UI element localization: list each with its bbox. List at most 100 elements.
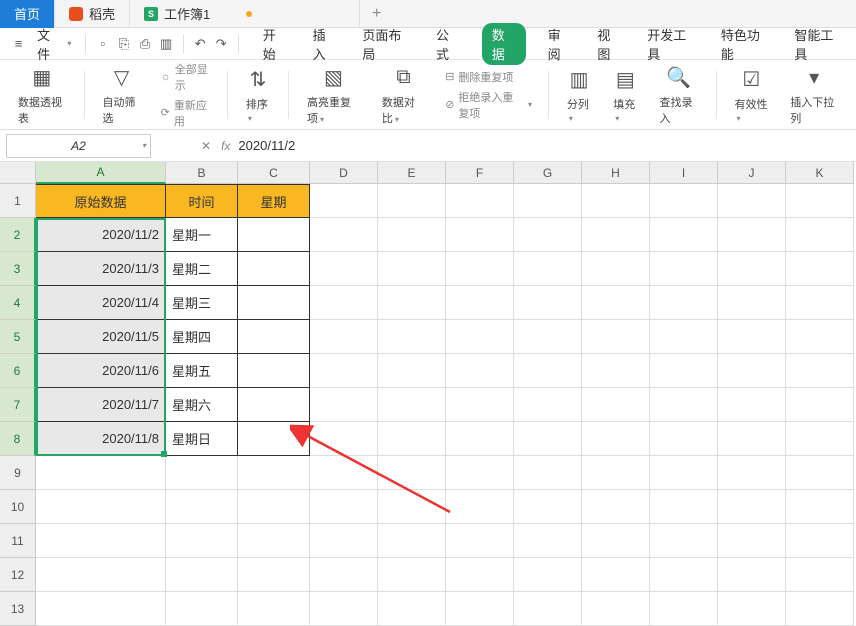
cell-empty[interactable] [582, 286, 650, 320]
hamburger-icon[interactable]: ≡ [10, 35, 27, 53]
cell-empty[interactable] [582, 252, 650, 286]
file-menu[interactable]: 文件▾ [31, 32, 77, 56]
cell-data-A[interactable]: 2020/11/3 [36, 252, 166, 286]
cell-data-C[interactable] [238, 320, 310, 354]
cell-empty[interactable] [378, 218, 446, 252]
cell-empty[interactable] [378, 252, 446, 286]
cell-empty[interactable] [786, 524, 854, 558]
cell-empty[interactable] [514, 456, 582, 490]
cell-empty[interactable] [786, 592, 854, 626]
ribbon-tab-insert[interactable]: 插入 [309, 23, 341, 65]
cell-empty[interactable] [718, 354, 786, 388]
cell-empty[interactable] [718, 422, 786, 456]
cell-empty[interactable] [650, 252, 718, 286]
cell-empty[interactable] [514, 218, 582, 252]
cell-empty[interactable] [718, 286, 786, 320]
cell-empty[interactable] [718, 252, 786, 286]
cell-data-C[interactable] [238, 388, 310, 422]
cell-empty[interactable] [310, 422, 378, 456]
cell-empty[interactable] [786, 252, 854, 286]
cell-data-B[interactable]: 星期四 [166, 320, 238, 354]
row-header[interactable]: 11 [0, 524, 36, 558]
cell-data-B[interactable]: 星期二 [166, 252, 238, 286]
cell-empty[interactable] [650, 388, 718, 422]
cell-empty[interactable] [718, 388, 786, 422]
cell-empty[interactable] [310, 320, 378, 354]
cell-data-A[interactable]: 2020/11/4 [36, 286, 166, 320]
cell-empty[interactable] [238, 558, 310, 592]
ribbon-tab-devtools[interactable]: 开发工具 [643, 23, 699, 65]
cell-empty[interactable] [650, 558, 718, 592]
row-header[interactable]: 2 [0, 218, 36, 252]
cell-empty[interactable] [582, 422, 650, 456]
cell-empty[interactable] [166, 558, 238, 592]
cell-header-C[interactable]: 星期 [238, 184, 310, 218]
column-header-I[interactable]: I [650, 162, 718, 184]
cell-empty[interactable] [310, 456, 378, 490]
text-to-columns-button[interactable]: ▥ 分列▾ [559, 66, 599, 124]
cell-empty[interactable] [446, 320, 514, 354]
cell-empty[interactable] [650, 524, 718, 558]
undo-icon[interactable]: ↶ [192, 35, 209, 53]
cell-empty[interactable] [718, 320, 786, 354]
row-header[interactable]: 4 [0, 286, 36, 320]
cell-empty[interactable] [378, 388, 446, 422]
cell-empty[interactable] [378, 184, 446, 218]
cell-empty[interactable] [310, 490, 378, 524]
save-as-icon[interactable]: ⎘ [115, 35, 132, 53]
cell-empty[interactable] [310, 558, 378, 592]
cell-empty[interactable] [514, 558, 582, 592]
cell-empty[interactable] [446, 286, 514, 320]
tab-daoke[interactable]: 稻壳 [55, 0, 130, 28]
cell-data-C[interactable] [238, 286, 310, 320]
cancel-formula-icon[interactable]: ✕ [201, 139, 211, 153]
cell-empty[interactable] [310, 592, 378, 626]
cell-empty[interactable] [582, 354, 650, 388]
cell-empty[interactable] [36, 558, 166, 592]
cell-empty[interactable] [582, 456, 650, 490]
reapply-button[interactable]: ⟳重新应用 [161, 97, 211, 129]
cell-header-A[interactable]: 原始数据 [36, 184, 166, 218]
row-header[interactable]: 7 [0, 388, 36, 422]
column-header-J[interactable]: J [718, 162, 786, 184]
row-header[interactable]: 10 [0, 490, 36, 524]
cell-empty[interactable] [650, 320, 718, 354]
redo-icon[interactable]: ↷ [213, 35, 230, 53]
cell-empty[interactable] [238, 592, 310, 626]
ribbon-tab-formula[interactable]: 公式 [432, 23, 464, 65]
tab-home[interactable]: 首页 [0, 0, 55, 28]
cell-empty[interactable] [446, 490, 514, 524]
cell-empty[interactable] [582, 592, 650, 626]
cell-empty[interactable] [310, 354, 378, 388]
cell-data-C[interactable] [238, 422, 310, 456]
cell-empty[interactable] [446, 388, 514, 422]
cell-empty[interactable] [446, 422, 514, 456]
cell-empty[interactable] [378, 558, 446, 592]
row-header[interactable]: 5 [0, 320, 36, 354]
row-header[interactable]: 12 [0, 558, 36, 592]
select-all-triangle[interactable] [0, 162, 36, 184]
cell-empty[interactable] [514, 354, 582, 388]
cell-empty[interactable] [446, 184, 514, 218]
column-header-C[interactable]: C [238, 162, 310, 184]
cell-empty[interactable] [446, 558, 514, 592]
fill-button[interactable]: ▤ 填充▾ [605, 66, 645, 124]
cell-empty[interactable] [582, 524, 650, 558]
cell-empty[interactable] [378, 422, 446, 456]
cell-empty[interactable] [650, 490, 718, 524]
cell-empty[interactable] [786, 320, 854, 354]
cell-empty[interactable] [786, 558, 854, 592]
print-icon[interactable]: ⎙ [136, 35, 153, 53]
cell-empty[interactable] [514, 524, 582, 558]
cell-empty[interactable] [446, 252, 514, 286]
cell-empty[interactable] [446, 218, 514, 252]
cell-empty[interactable] [446, 592, 514, 626]
sort-button[interactable]: ⇅ 排序▾ [238, 66, 278, 124]
cell-empty[interactable] [582, 320, 650, 354]
cell-empty[interactable] [310, 388, 378, 422]
reject-duplicates-button[interactable]: ⊘拒绝录入重复项▾ [445, 89, 532, 121]
cell-empty[interactable] [582, 490, 650, 524]
cell-data-B[interactable]: 星期五 [166, 354, 238, 388]
cell-header-B[interactable]: 时间 [166, 184, 238, 218]
cell-empty[interactable] [718, 184, 786, 218]
